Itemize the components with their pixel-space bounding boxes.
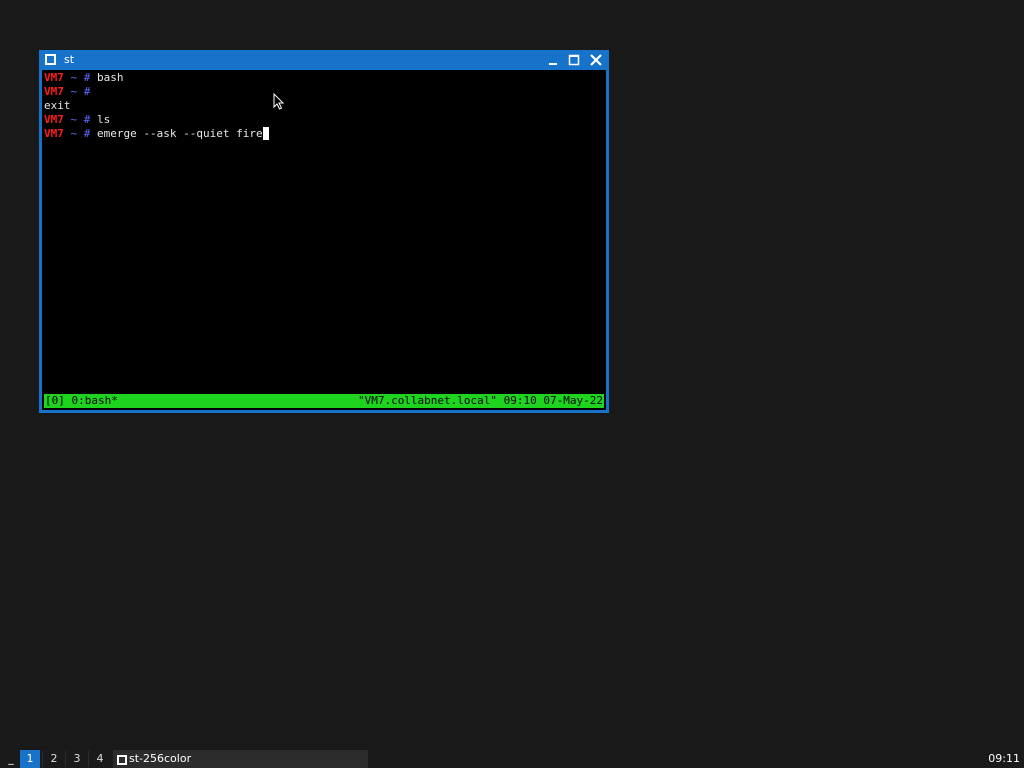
taskbar-clock[interactable]: 09:11 (988, 750, 1020, 768)
workspace-4[interactable]: 4 (90, 750, 110, 768)
window-icon[interactable] (45, 54, 56, 65)
prompt-tilde: ~ (70, 113, 78, 126)
window-icon (117, 755, 127, 765)
prompt-tilde: ~ (70, 85, 78, 98)
terminal-window[interactable]: st VM7 ~ # bash VM7 ~ # exit VM7 ~ # ls … (39, 50, 609, 413)
command-text: bash (90, 71, 124, 84)
window-titlebar[interactable]: st (39, 50, 609, 70)
taskbar-menu-button[interactable]: _ (4, 750, 18, 768)
tmux-host-clock: "VM7.collabnet.local" 09:10 07-May-22 (357, 394, 603, 407)
minimize-icon (549, 63, 557, 65)
terminal-line: VM7 ~ # ls (44, 113, 110, 127)
minimize-button[interactable] (545, 52, 561, 68)
maximize-icon (568, 54, 580, 66)
terminal-line: VM7 ~ # (44, 85, 90, 99)
mouse-pointer-icon (273, 93, 285, 110)
close-button[interactable] (588, 52, 604, 68)
task-label: st-256color (129, 752, 192, 765)
workspace-3[interactable]: 3 (67, 750, 87, 768)
taskbar-task-st[interactable]: st-256color (113, 750, 368, 768)
prompt-host: VM7 (44, 127, 64, 140)
terminal-output-line: exit (44, 99, 71, 112)
prompt-host: VM7 (44, 71, 64, 84)
terminal-area[interactable]: VM7 ~ # bash VM7 ~ # exit VM7 ~ # ls VM7… (42, 70, 606, 410)
prompt-tilde: ~ (70, 71, 78, 84)
prompt-tilde: ~ (70, 127, 78, 140)
tmux-window-list: [0] 0:bash* (45, 394, 118, 407)
terminal-line: VM7 ~ # bash (44, 71, 124, 85)
prompt-host: VM7 (44, 113, 64, 126)
workspace-divider (65, 751, 66, 767)
desktop[interactable]: st VM7 ~ # bash VM7 ~ # exit VM7 ~ # ls … (0, 0, 1024, 768)
workspace-2[interactable]: 2 (44, 750, 64, 768)
close-icon (590, 54, 602, 66)
workspace-1[interactable]: 1 (20, 750, 40, 768)
command-text: emerge --ask --quiet fire (90, 127, 263, 140)
maximize-button[interactable] (566, 52, 582, 68)
prompt-hash: # (83, 85, 91, 98)
window-title: st (64, 53, 75, 66)
terminal-line: VM7 ~ # emerge --ask --quiet fire (44, 127, 269, 141)
workspace-divider (42, 751, 43, 767)
command-text: ls (90, 113, 111, 126)
taskbar: _ 1 2 3 4 st-256color 09:11 (0, 750, 1024, 768)
tmux-status-bar: [0] 0:bash* "VM7.collabnet.local" 09:10 … (44, 394, 604, 408)
prompt-host: VM7 (44, 85, 64, 98)
text-cursor (262, 127, 269, 140)
workspace-divider (88, 751, 89, 767)
